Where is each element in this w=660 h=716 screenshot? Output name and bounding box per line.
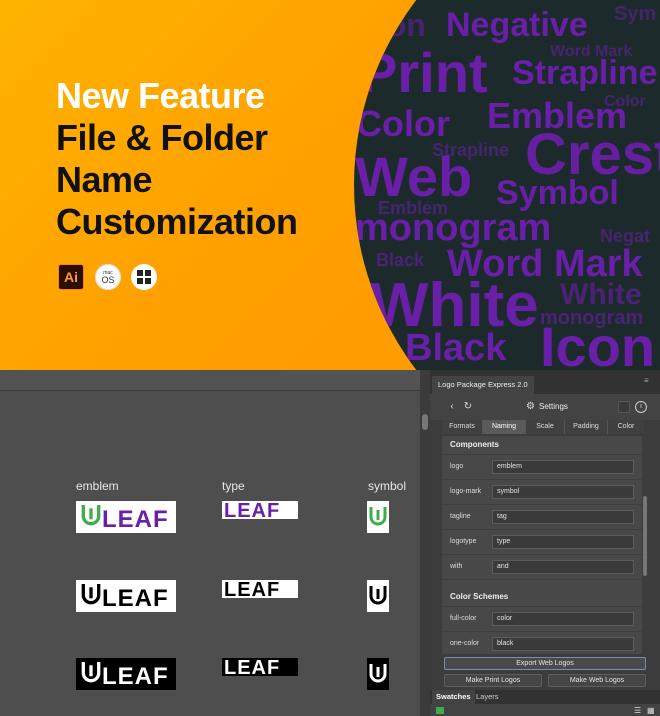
headline-line-3: Name [56, 159, 153, 200]
gear-icon: ⚙ [526, 401, 535, 412]
leaf-wordmark: LEAF [224, 500, 280, 522]
swatches-strip: ☰ ▦ [430, 704, 660, 716]
promo-banner: Icon Negative Sym Print Word Mark Strapline Co… [0, 0, 660, 370]
back-icon[interactable]: ‹ [446, 401, 458, 413]
color-schemes-heading: Color Schemes [450, 592, 509, 601]
panel-scrollbar-thumb[interactable] [643, 496, 647, 576]
cloud-word: Sym [614, 3, 656, 25]
tagline-name-field[interactable]: tag [492, 510, 634, 524]
make-print-logos-button[interactable]: Make Print Logos [444, 674, 542, 687]
info-icon[interactable]: i [635, 401, 647, 413]
panel-title-tab[interactable]: Logo Package Express 2.0 [432, 376, 534, 394]
plugin-panel: Logo Package Express 2.0 ≡ ‹ ↻ ⚙ Setting… [430, 370, 660, 716]
export-web-logos-button[interactable]: Export Web Logos [444, 657, 646, 670]
illustrator-icon: Ai [58, 264, 84, 290]
cloud-word: Strapline [512, 54, 657, 92]
blank-toggle[interactable] [618, 401, 630, 413]
leaf-wordmark: LEAF [224, 657, 280, 679]
grid-view-icon[interactable]: ▦ [647, 706, 655, 715]
cloud-word: Icon [360, 7, 426, 43]
row-divider [442, 479, 648, 480]
column-label-type: type [222, 479, 245, 493]
row-divider [442, 454, 648, 455]
field-label-logo-mark: logo-mark [450, 488, 482, 495]
bottom-panel-tabs: Swatches Layers [430, 690, 660, 704]
headline-line-4: Customization [56, 201, 298, 242]
row-divider [442, 529, 648, 530]
tab-formats[interactable]: Formats [442, 420, 483, 434]
column-label-symbol: symbol [368, 479, 407, 493]
swatch-green[interactable] [436, 707, 444, 714]
make-web-logos-button[interactable]: Make Web Logos [548, 674, 646, 687]
field-label-one-color: one-color [450, 640, 480, 647]
headline-line-1: New Feature [56, 75, 265, 116]
settings-label[interactable]: Settings [539, 401, 568, 413]
macos-icon: mac OS [95, 264, 121, 290]
headline-line-2: File & Folder [56, 117, 268, 158]
cloud-word: Black [405, 327, 507, 369]
tab-layers[interactable]: Layers [472, 690, 503, 704]
list-view-icon[interactable]: ☰ [634, 706, 641, 715]
canvas-scrollbar-thumb[interactable] [422, 414, 428, 430]
row-divider [442, 554, 648, 555]
row-divider [442, 606, 648, 607]
leaf-wordmark: LEAF [102, 585, 169, 612]
panel-scrollbar[interactable] [642, 436, 648, 654]
tab-naming[interactable]: Naming [483, 420, 526, 434]
field-label-logotype: logotype [450, 538, 477, 545]
tab-color[interactable]: Color [608, 420, 644, 434]
canvas-scrollbar[interactable] [420, 370, 430, 716]
cloud-word: Black [376, 250, 425, 270]
column-label-emblem: emblem [76, 479, 119, 493]
components-heading: Components [450, 440, 499, 449]
field-label-with: with [450, 563, 463, 570]
panel-menu-icon[interactable]: ≡ [644, 376, 654, 386]
logotype-name-field[interactable]: type [492, 535, 634, 549]
naming-settings: Components logo emblem logo-mark symbol … [442, 436, 648, 654]
panel-titlebar: Logo Package Express 2.0 ≡ [430, 370, 660, 394]
row-divider [442, 631, 648, 632]
tab-padding[interactable]: Padding [565, 420, 608, 434]
logo-mark-name-field[interactable]: symbol [492, 485, 634, 499]
field-label-logo: logo [450, 463, 464, 470]
full-color-name-field[interactable]: color [492, 612, 634, 626]
panel-tabs: Formats Naming Scale Padding Color [430, 420, 650, 434]
field-label-full-color: full-color [450, 615, 477, 622]
cloud-word: Print [360, 41, 488, 104]
leaf-wordmark: LEAF [224, 579, 280, 601]
row-divider [442, 504, 648, 505]
logo-name-field[interactable]: emblem [492, 460, 634, 474]
document-tab-strip [0, 370, 420, 391]
leaf-wordmark: LEAF [102, 506, 169, 533]
field-label-tagline: tagline [450, 513, 471, 520]
artboard: LEAF LEAF LEAF LEAF LEAF LEAF [76, 500, 389, 690]
refresh-icon[interactable]: ↻ [462, 401, 474, 413]
windows-icon [131, 264, 157, 290]
panel-toolbar: ‹ ↻ ⚙ Settings i [430, 394, 660, 420]
cloud-word: Negative [446, 6, 588, 44]
with-name-field[interactable]: and [492, 560, 634, 574]
cloud-word: Color [356, 103, 450, 144]
tab-swatches[interactable]: Swatches [432, 690, 475, 704]
cloud-word: Icon [540, 315, 655, 370]
leaf-wordmark: LEAF [102, 663, 169, 690]
tab-scale[interactable]: Scale [526, 420, 565, 434]
row-divider [442, 579, 648, 580]
macos-icon-text-bottom: OS [101, 274, 115, 285]
illustrator-icon-text: Ai [64, 269, 78, 285]
illustrator-canvas[interactable]: LEAF LEAF LEAF LEAF LEAF LEAF emblem type sym… [0, 370, 420, 716]
one-color-name-field[interactable]: black [492, 637, 634, 651]
